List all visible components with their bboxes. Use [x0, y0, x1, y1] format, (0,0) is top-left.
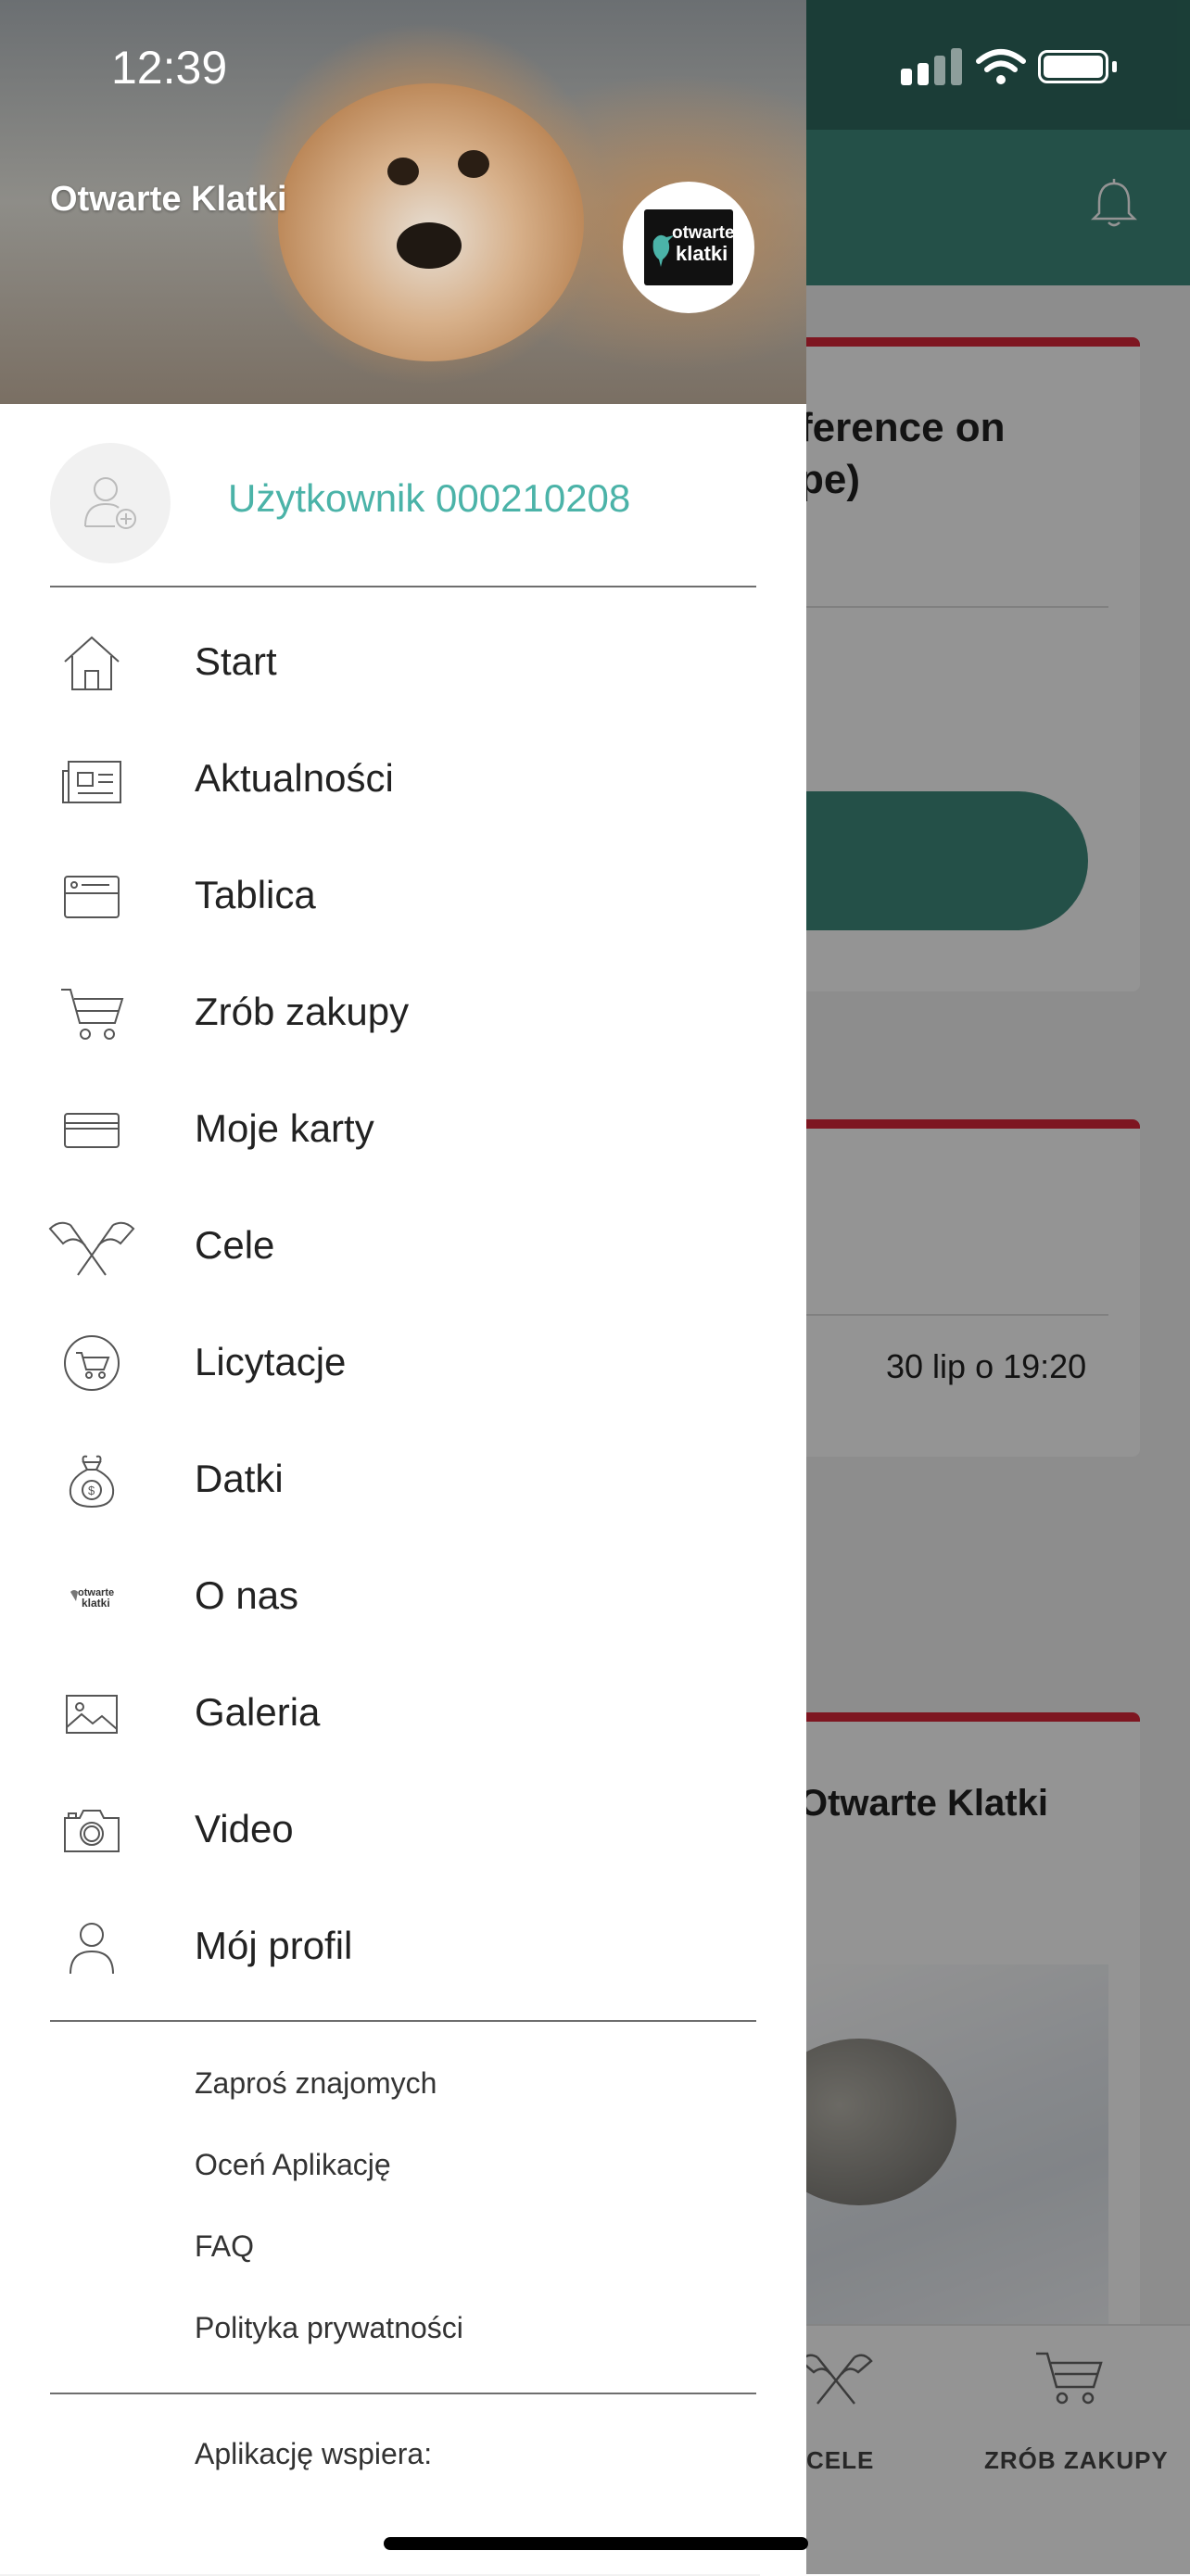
fox-eye [387, 158, 419, 185]
menu-item-label: Datki [195, 1457, 284, 1500]
wifi-icon [976, 49, 1026, 84]
newspaper-icon [62, 761, 121, 803]
menu-item-video[interactable]: Video [0, 1772, 806, 1888]
menu-item-o-nas[interactable]: otwarte klatki O nas [0, 1538, 806, 1655]
image-icon [66, 1695, 118, 1734]
otwarte-klatki-logo-icon: otwarte klatki [70, 1587, 114, 1610]
home-icon [64, 636, 120, 690]
logo-text: otwarte [672, 223, 735, 243]
menu-item-licytacje[interactable]: Licytacje [0, 1305, 806, 1421]
invite-friends-link[interactable]: Zaproś znajomych [195, 2066, 437, 2101]
menu-item-tablica[interactable]: Tablica [0, 838, 806, 954]
avatar[interactable] [50, 443, 171, 563]
board-icon [64, 876, 120, 918]
menu-item-start[interactable]: Start [0, 604, 806, 721]
app-logo: otwarte klatki [623, 182, 754, 313]
menu-item-moje-karty[interactable]: Moje karty [0, 1071, 806, 1188]
logo-text: klatki [676, 242, 728, 265]
menu-item-label: Zrób zakupy [195, 990, 410, 1033]
auction-cart-icon [64, 1335, 120, 1391]
add-user-icon [84, 477, 136, 529]
money-bag-icon: $ [69, 1455, 115, 1509]
menu-item-label: Video [195, 1807, 294, 1850]
battery-tip [1112, 61, 1117, 72]
svg-text:$: $ [88, 1484, 95, 1497]
cart-icon [61, 989, 124, 1040]
privacy-policy-link[interactable]: Polityka prywatności [195, 2311, 463, 2345]
home-indicator[interactable] [384, 2537, 808, 2550]
rate-app-link[interactable]: Oceń Aplikację [195, 2148, 391, 2182]
menu-item-label: Licytacje [195, 1340, 347, 1383]
header-title: Otwarte Klatki [50, 180, 287, 219]
navigation-drawer: 12:39 Otwarte Klatki otwarte klatki Użyt… [0, 0, 806, 2574]
menu-item-label: Cele [195, 1223, 275, 1267]
menu-item-aktualnosci[interactable]: Aktualności [0, 721, 806, 838]
signal-bar [951, 48, 962, 85]
camera-icon [64, 1810, 120, 1852]
menu-item-label: Galeria [195, 1690, 321, 1734]
status-time: 12:39 [111, 42, 228, 94]
menu-item-label: Start [195, 639, 277, 683]
menu-item-galeria[interactable]: Galeria [0, 1655, 806, 1772]
divider [50, 586, 756, 587]
signal-bar [901, 69, 912, 85]
flags-icon [48, 1221, 135, 1276]
menu-item-label: Tablica [195, 873, 316, 916]
menu-item-zrob-zakupy[interactable]: Zrób zakupy [0, 954, 806, 1071]
signal-bar [918, 63, 929, 85]
menu-item-label: Moje karty [195, 1106, 374, 1150]
battery-icon [1038, 50, 1108, 83]
menu-item-label: O nas [195, 1573, 299, 1617]
fox-eye [458, 150, 489, 178]
menu-item-datki[interactable]: $ Datki [0, 1421, 806, 1538]
user-icon [70, 1923, 114, 1975]
fox-nose [397, 222, 462, 269]
divider [50, 2020, 756, 2022]
menu-item-cele[interactable]: Cele [0, 1188, 806, 1305]
divider [50, 2393, 756, 2394]
faq-link[interactable]: FAQ [195, 2229, 254, 2264]
card-icon [64, 1113, 120, 1148]
signal-bar [934, 56, 945, 85]
status-icons [899, 48, 1149, 95]
drawer-header: 12:39 Otwarte Klatki otwarte klatki [0, 0, 806, 404]
menu-item-label: Aktualności [195, 756, 394, 800]
menu-item-label: Mój profil [195, 1924, 353, 1967]
menu-item-moj-profil[interactable]: Mój profil [0, 1888, 806, 2005]
user-name[interactable]: Użytkownik 000210208 [228, 476, 630, 521]
svg-text:klatki: klatki [82, 1597, 110, 1610]
supported-by-label: Aplikację wspiera: [195, 2437, 433, 2470]
